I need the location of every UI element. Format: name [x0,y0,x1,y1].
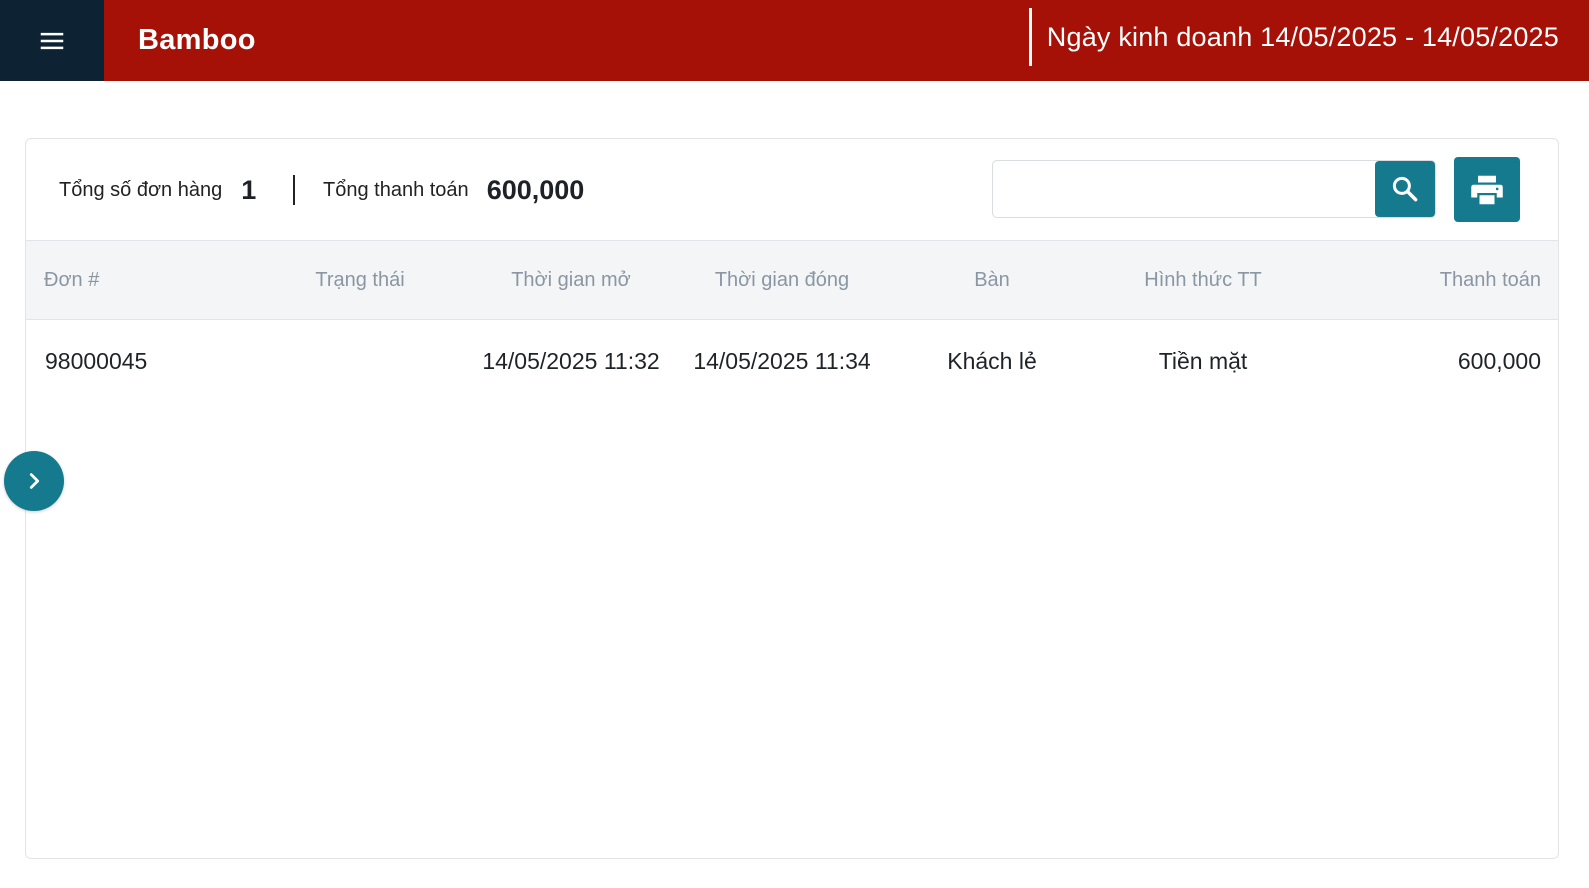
summary-bar: Tổng số đơn hàng 1 Tổng thanh toán 600,0… [26,139,1558,241]
cell-order-no: 98000045 [45,348,148,374]
orders-panel: Tổng số đơn hàng 1 Tổng thanh toán 600,0… [25,138,1559,859]
column-header-order[interactable]: Đơn # [44,241,99,320]
cell-payment: 600,000 [1457,348,1541,374]
menu-button[interactable] [0,0,104,81]
chevron-right-icon [29,473,40,489]
cell-payment-method: Tiền mặt [1158,348,1248,374]
app-title: Bamboo [138,24,256,56]
table-row[interactable]: 98000045 14/05/2025 11:32 14/05/2025 11:… [26,321,1558,401]
search-button[interactable] [1375,161,1435,217]
total-payment-value: 600,000 [486,174,585,205]
total-payment: Tổng thanh toán 600,000 [323,173,584,207]
column-header-table[interactable]: Bàn [974,241,1010,320]
column-header-payment-method[interactable]: Hình thức TT [1144,241,1262,320]
header-divider [1028,8,1032,66]
business-date-area: Ngày kinh doanh 14/05/2025 - 14/05/2025 [1028,8,1559,66]
table-header: Đơn # Trạng thái Thời gian mở Thời gian … [26,241,1558,320]
cell-table: Khách lẻ [947,348,1037,374]
top-bar: Bamboo Ngày kinh doanh 14/05/2025 - 14/0… [0,0,1589,81]
column-header-payment[interactable]: Thanh toán [1440,241,1541,320]
total-orders-label: Tổng số đơn hàng [59,178,223,201]
printer-icon [1471,175,1503,204]
total-orders: Tổng số đơn hàng 1 [59,173,256,207]
column-header-open-time[interactable]: Thời gian mở [511,241,631,320]
side-panel-toggle[interactable] [4,451,64,511]
search-icon [1392,176,1418,202]
summary-divider [293,175,295,205]
hamburger-menu-icon [40,32,64,49]
business-date: Ngày kinh doanh 14/05/2025 - 14/05/2025 [1046,21,1559,52]
print-button[interactable] [1454,157,1520,222]
column-header-status[interactable]: Trạng thái [315,241,404,320]
total-payment-label: Tổng thanh toán [323,178,469,201]
cell-open-time: 14/05/2025 11:32 [482,348,660,374]
search-input[interactable] [1003,169,1363,209]
total-orders-value: 1 [241,174,257,205]
cell-close-time: 14/05/2025 11:34 [693,348,871,374]
column-header-close-time[interactable]: Thời gian đóng [715,241,849,320]
search-field [992,160,1436,218]
